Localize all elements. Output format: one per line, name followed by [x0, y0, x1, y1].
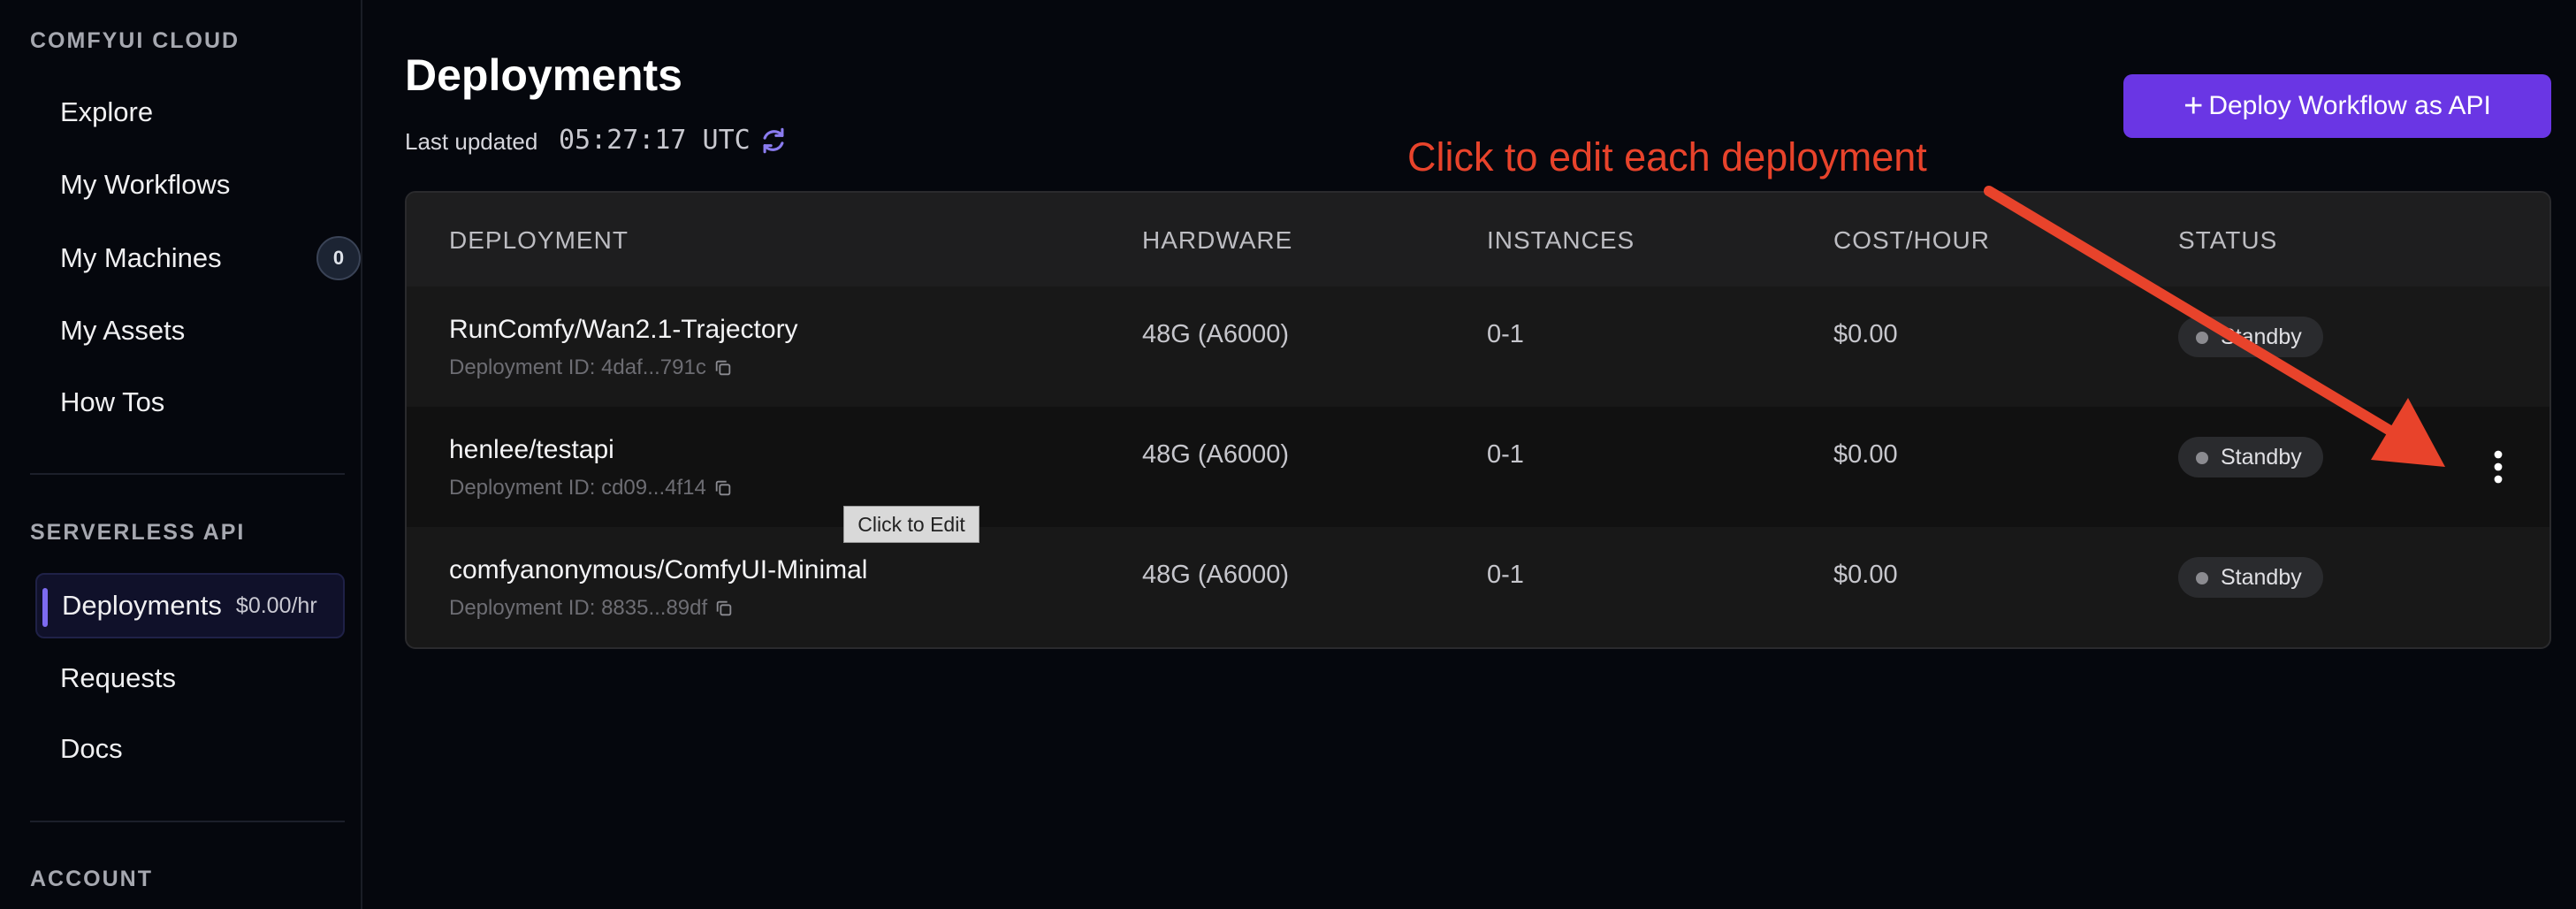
instances-cell: 0-1 [1487, 561, 1524, 589]
annotation-text: Click to edit each deployment [1407, 134, 1927, 180]
sidebar-item-my-assets[interactable]: My Assets [35, 298, 345, 363]
instances-cell: 0-1 [1487, 320, 1524, 348]
deployment-id-text: Deployment ID: cd09...4f14 [449, 476, 706, 500]
sidebar-item-label: Deployments [62, 590, 222, 621]
sidebar-item-label: Explore [60, 96, 154, 127]
sidebar-item-requests[interactable]: Requests [35, 645, 345, 711]
sidebar-divider [30, 821, 345, 822]
hardware-cell: 48G (A6000) [1142, 561, 1290, 589]
sidebar-item-my-machines[interactable]: My Machines 0 [35, 225, 361, 291]
sidebar-item-docs[interactable]: Docs [35, 716, 345, 782]
cost-cell: $0.00 [1833, 440, 1898, 469]
copy-icon[interactable] [713, 358, 733, 378]
click-to-edit-tooltip: Click to Edit [843, 506, 979, 543]
column-header-cost-hour: COST/HOUR [1833, 226, 1990, 254]
last-updated-label: Last updated [405, 128, 538, 155]
sidebar-item-label: Docs [60, 733, 123, 764]
sidebar-item-label: My Workflows [60, 169, 231, 200]
last-updated-time: 05:27:17 UTC [559, 125, 751, 156]
column-header-deployment: DEPLOYMENT [449, 226, 629, 254]
deployments-cost-rate: $0.00/hr [235, 592, 317, 618]
deploy-button-label: Deploy Workflow as API [2208, 91, 2491, 120]
section-title-comfyui-cloud: COMFYUI CLOUD [30, 28, 240, 53]
refresh-icon[interactable] [758, 126, 789, 156]
sidebar: COMFYUI CLOUD Explore My Workflows My Ma… [0, 0, 362, 909]
deployment-name: RunComfy/Wan2.1-Trajectory [449, 315, 798, 344]
hardware-cell: 48G (A6000) [1142, 320, 1290, 348]
column-header-status: STATUS [2178, 226, 2278, 254]
sidebar-divider [30, 473, 345, 475]
copy-icon[interactable] [713, 478, 733, 498]
copy-icon[interactable] [714, 599, 734, 618]
column-header-hardware: HARDWARE [1142, 226, 1293, 254]
table-header: DEPLOYMENT HARDWARE INSTANCES COST/HOUR … [407, 193, 2549, 286]
deployment-id: Deployment ID: cd09...4f14 [449, 476, 733, 500]
deployment-id-text: Deployment ID: 8835...89df [449, 596, 708, 620]
cost-cell: $0.00 [1833, 320, 1898, 348]
deployment-name: henlee/testapi [449, 435, 614, 464]
status-badge: Standby [2178, 317, 2323, 357]
more-options-icon[interactable] [2489, 449, 2507, 485]
deployments-table: DEPLOYMENT HARDWARE INSTANCES COST/HOUR … [405, 191, 2551, 649]
page-title: Deployments [405, 50, 682, 100]
deployment-id: Deployment ID: 8835...89df [449, 596, 734, 621]
deployment-name: comfyanonymous/ComfyUI-Minimal [449, 555, 868, 584]
sidebar-item-deployments[interactable]: Deployments $0.00/hr [35, 573, 345, 638]
deployment-id: Deployment ID: 4daf...791c [449, 355, 733, 380]
instances-cell: 0-1 [1487, 440, 1524, 469]
section-title-account: ACCOUNT [30, 867, 153, 891]
status-text: Standby [2221, 444, 2302, 470]
status-dot-icon [2196, 332, 2208, 344]
status-text: Standby [2221, 564, 2302, 590]
sidebar-item-my-workflows[interactable]: My Workflows [35, 152, 345, 218]
machines-count-badge: 0 [316, 236, 361, 280]
hardware-cell: 48G (A6000) [1142, 440, 1290, 469]
table-row[interactable]: RunComfy/Wan2.1-Trajectory Deployment ID… [407, 286, 2549, 407]
sidebar-item-explore[interactable]: Explore [35, 80, 345, 145]
status-dot-icon [2196, 572, 2208, 584]
column-header-instances: INSTANCES [1487, 226, 1635, 254]
table-row[interactable]: comfyanonymous/ComfyUI-Minimal Deploymen… [407, 527, 2549, 647]
status-badge: Standby [2178, 437, 2323, 477]
section-title-serverless-api: SERVERLESS API [30, 520, 246, 545]
status-badge: Standby [2178, 557, 2323, 598]
sidebar-item-label: Requests [60, 662, 176, 693]
sidebar-item-how-tos[interactable]: How Tos [35, 370, 345, 435]
status-dot-icon [2196, 452, 2208, 464]
table-row[interactable]: henlee/testapi Deployment ID: cd09...4f1… [407, 407, 2549, 527]
status-text: Standby [2221, 324, 2302, 349]
cost-cell: $0.00 [1833, 561, 1898, 589]
deployment-id-text: Deployment ID: 4daf...791c [449, 355, 706, 379]
plus-icon: + [2184, 88, 2204, 125]
sidebar-item-label: How Tos [60, 386, 165, 417]
deploy-workflow-button[interactable]: + Deploy Workflow as API [2123, 74, 2551, 138]
sidebar-item-label: My Assets [60, 315, 186, 346]
sidebar-item-label: My Machines [60, 242, 222, 273]
